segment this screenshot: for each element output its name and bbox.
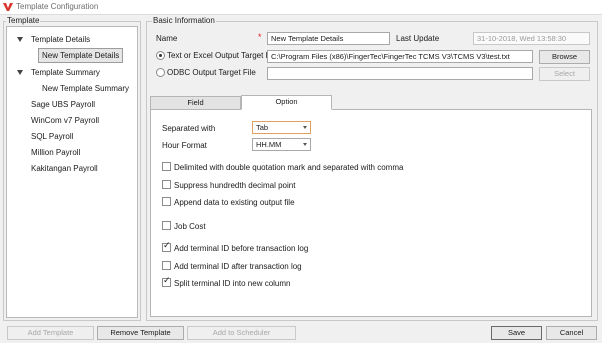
expand-triangle-icon[interactable] [17, 37, 23, 42]
template-tree[interactable]: Template Details New Template Details Te… [6, 26, 138, 318]
app-logo-icon [3, 3, 13, 11]
tree-item-sql-payroll[interactable]: SQL Payroll [31, 132, 73, 141]
checkbox-terminal-before-label[interactable]: Add terminal ID before transaction log [174, 244, 308, 253]
hour-format-select[interactable]: HH.MM [252, 138, 311, 151]
separated-with-value: Tab [256, 123, 269, 132]
checkbox-append-data-label[interactable]: Append data to existing output file [174, 198, 295, 207]
chevron-down-icon [303, 126, 307, 129]
checkbox-append-data[interactable] [162, 197, 171, 206]
odbc-path-input[interactable] [267, 67, 533, 80]
tree-item-kakitangan-payroll[interactable]: Kakitangan Payroll [31, 164, 98, 173]
last-update-field: 31-10-2018, Wed 13:58:30 [473, 32, 590, 45]
save-button[interactable]: Save [491, 326, 542, 340]
cancel-button[interactable]: Cancel [546, 326, 597, 340]
checkbox-terminal-before[interactable] [162, 241, 171, 252]
tree-item-sage-ubs-payroll[interactable]: Sage UBS Payroll [31, 100, 95, 109]
required-marker: * [258, 32, 262, 42]
checkbox-job-cost-label[interactable]: Job Cost [174, 222, 206, 231]
checkbox-delimited-quotes-label[interactable]: Delimited with double quotation mark and… [174, 163, 403, 172]
checkbox-split-terminal-label[interactable]: Split terminal ID into new column [174, 279, 291, 288]
tree-item-template-details[interactable]: Template Details [31, 35, 90, 44]
title-bar: Template Configuration [0, 0, 602, 15]
separated-with-label: Separated with [162, 124, 216, 133]
tab-field[interactable]: Field [150, 96, 241, 110]
select-button: Select [539, 67, 590, 81]
option-tab-panel: Separated with Tab Hour Format HH.MM Del… [150, 109, 592, 317]
last-update-label: Last Update [396, 34, 440, 43]
expand-triangle-icon[interactable] [17, 70, 23, 75]
window-title: Template Configuration [16, 2, 99, 11]
remove-template-button[interactable]: Remove Template [97, 326, 184, 340]
name-label: Name [156, 34, 178, 43]
hour-format-value: HH.MM [256, 140, 282, 149]
checkbox-suppress-decimal-label[interactable]: Suppress hundredth decimal point [174, 181, 295, 190]
checkbox-suppress-decimal[interactable] [162, 180, 171, 189]
checkbox-terminal-after[interactable] [162, 261, 171, 270]
add-to-scheduler-button: Add to Scheduler [187, 326, 296, 340]
name-input[interactable]: New Template Details [267, 32, 390, 45]
browse-button[interactable]: Browse [539, 50, 590, 64]
template-group-label: Template [6, 16, 41, 25]
hour-format-label: Hour Format [162, 141, 207, 150]
checkbox-job-cost[interactable] [162, 221, 171, 230]
add-template-button: Add Template [7, 326, 94, 340]
chevron-down-icon [303, 143, 307, 146]
checkbox-split-terminal[interactable] [162, 276, 171, 287]
tree-item-template-summary[interactable]: Template Summary [31, 68, 100, 77]
odbc-radio[interactable] [156, 68, 165, 77]
tab-option[interactable]: Option [241, 95, 332, 110]
text-excel-path-input[interactable]: C:\Program Files (x86)\FingerTec\FingerT… [267, 50, 533, 63]
odbc-label[interactable]: ODBC Output Target File [167, 68, 256, 77]
tree-item-million-payroll[interactable]: Million Payroll [31, 148, 80, 157]
checkbox-terminal-after-label[interactable]: Add terminal ID after transaction log [174, 262, 302, 271]
text-excel-radio[interactable] [156, 51, 165, 60]
tree-item-new-template-summary[interactable]: New Template Summary [42, 84, 129, 93]
checkbox-delimited-quotes[interactable] [162, 162, 171, 171]
basic-info-group-label: Basic Information [152, 16, 216, 25]
tree-item-wincom-v7-payroll[interactable]: WinCom v7 Payroll [31, 116, 99, 125]
tree-item-new-template-details[interactable]: New Template Details [38, 48, 124, 63]
text-excel-label[interactable]: Text or Excel Output Target File [167, 51, 278, 60]
separated-with-select[interactable]: Tab [252, 121, 311, 134]
